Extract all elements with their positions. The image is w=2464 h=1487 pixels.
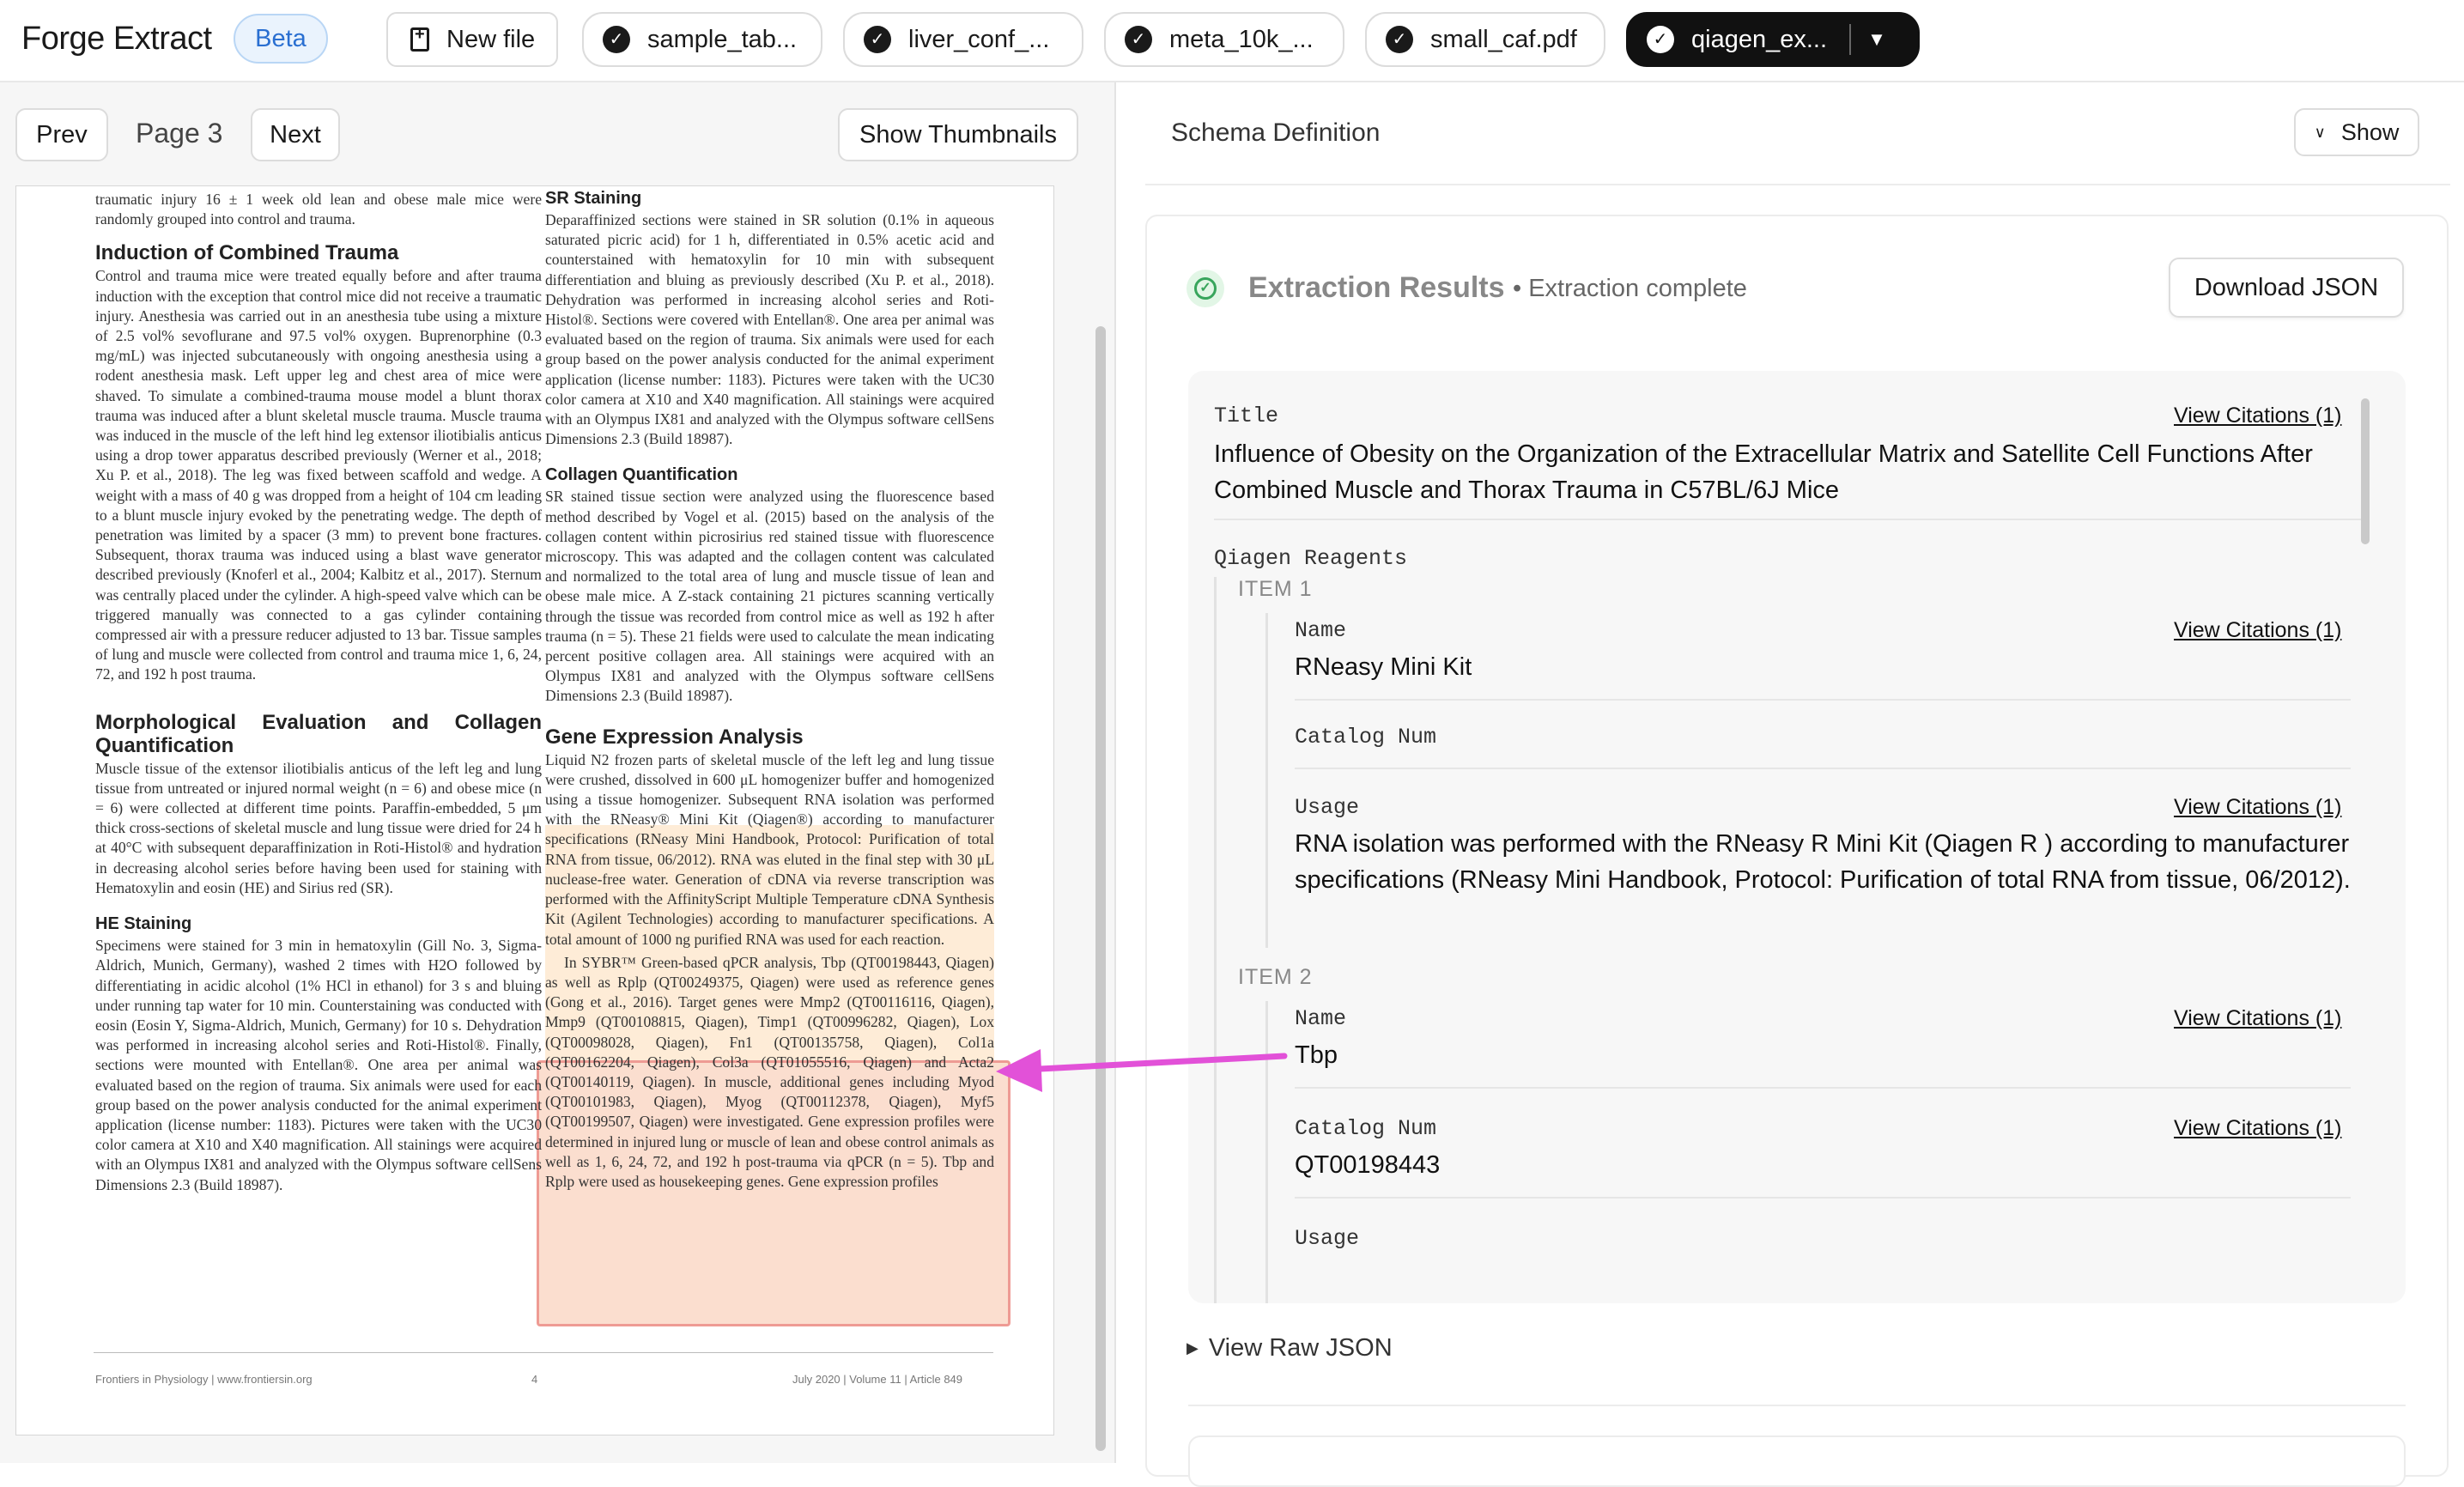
paragraph: SR stained tissue section were analyzed … bbox=[545, 488, 994, 705]
results-scrollbar-thumb[interactable] bbox=[2361, 398, 2370, 544]
check-icon: ✓ bbox=[1386, 26, 1413, 53]
field-key-catalog: Catalog Num bbox=[1295, 1116, 1437, 1141]
section-heading: Morphological Evaluation and Collagen Qu… bbox=[95, 710, 542, 757]
paragraph: traumatic injury 16 ± 1 week old lean an… bbox=[95, 191, 542, 228]
top-bar: Forge Extract Beta New file ✓ sample_tab.… bbox=[0, 0, 2464, 82]
download-json-button[interactable]: Download JSON bbox=[2169, 258, 2404, 318]
document-column-right: SR Staining Deparaffinized sections were… bbox=[545, 186, 994, 1192]
footer-journal: Frontiers in Physiology | www.frontiersi… bbox=[95, 1373, 313, 1386]
file-tab-label: sample_tab... bbox=[647, 25, 798, 53]
file-tab-active[interactable]: ✓ qiagen_ex... ▼ bbox=[1626, 12, 1920, 67]
check-icon: ✓ bbox=[603, 26, 630, 53]
divider bbox=[1295, 768, 2351, 769]
section-heading: Gene Expression Analysis bbox=[545, 725, 804, 749]
divider bbox=[1214, 519, 2368, 520]
item-label: ITEM 1 bbox=[1238, 577, 1313, 601]
field-value-name: RNeasy Mini Kit bbox=[1295, 653, 1472, 681]
divider bbox=[1295, 1087, 2351, 1089]
nest-rule bbox=[1214, 577, 1217, 1303]
view-citations-link[interactable]: View Citations (1) bbox=[2174, 618, 2341, 643]
page-indicator: Page 3 bbox=[136, 118, 223, 149]
chevron-down-icon[interactable]: ▼ bbox=[1851, 28, 1903, 51]
prev-page-button[interactable]: Prev bbox=[15, 108, 108, 161]
raw-json-label: View Raw JSON bbox=[1208, 1334, 1393, 1362]
footer-rule bbox=[94, 1352, 993, 1353]
paragraph: Deparaffinized sections were stained in … bbox=[545, 211, 994, 448]
field-key-title: Title bbox=[1214, 404, 1279, 428]
triangle-right-icon: ▶ bbox=[1186, 1339, 1199, 1357]
file-tab-label: small_caf.pdf bbox=[1430, 25, 1577, 53]
beta-badge: Beta bbox=[234, 14, 328, 64]
footer-page-number: 4 bbox=[531, 1373, 538, 1386]
field-key-usage: Usage bbox=[1295, 795, 1360, 820]
file-tab-label: liver_conf_... bbox=[908, 25, 1050, 53]
show-schema-button[interactable]: ∨ Show bbox=[2294, 108, 2419, 156]
file-tab-label: meta_10k_... bbox=[1169, 25, 1314, 53]
file-tab[interactable]: ✓ liver_conf_... bbox=[843, 12, 1083, 67]
extracted-data-panel: Title View Citations (1) Influence of Ob… bbox=[1188, 371, 2406, 1303]
nest-rule bbox=[1265, 1001, 1268, 1303]
results-status: • Extraction complete bbox=[1513, 275, 1747, 302]
document-column-left: traumatic injury 16 ± 1 week old lean an… bbox=[95, 190, 542, 1195]
paragraph: Muscle tissue of the extensor iliotibial… bbox=[95, 759, 542, 896]
paragraph: Control and trauma mice were treated equ… bbox=[95, 267, 542, 683]
view-citations-link[interactable]: View Citations (1) bbox=[2174, 1116, 2341, 1141]
pane-divider[interactable] bbox=[1114, 82, 1116, 1463]
field-value-name: Tbp bbox=[1295, 1041, 1338, 1069]
next-result-card bbox=[1188, 1435, 2406, 1487]
next-page-button[interactable]: Next bbox=[251, 108, 340, 161]
document-scrollbar-thumb[interactable] bbox=[1095, 326, 1106, 1451]
footer-issue: July 2020 | Volume 11 | Article 849 bbox=[792, 1373, 963, 1386]
view-citations-link[interactable]: View Citations (1) bbox=[2174, 1006, 2341, 1031]
file-tab[interactable]: ✓ meta_10k_... bbox=[1104, 12, 1344, 67]
file-tab[interactable]: ✓ sample_tab... bbox=[582, 12, 822, 67]
new-file-icon bbox=[410, 25, 429, 52]
nest-rule bbox=[1265, 613, 1268, 948]
divider bbox=[1295, 699, 2351, 701]
field-key-catalog: Catalog Num bbox=[1295, 725, 1437, 750]
check-icon: ✓ bbox=[1125, 26, 1152, 53]
field-value-usage: RNA isolation was performed with the RNe… bbox=[1295, 830, 2351, 894]
show-thumbnails-button[interactable]: Show Thumbnails bbox=[838, 108, 1078, 161]
check-circle-icon: ✓ bbox=[1186, 270, 1224, 307]
field-key-reagents: Qiagen Reagents bbox=[1214, 546, 1408, 571]
show-label: Show bbox=[2340, 118, 2400, 145]
new-file-label: New file bbox=[446, 25, 536, 53]
item-label: ITEM 2 bbox=[1238, 965, 1313, 989]
view-raw-json-toggle[interactable]: ▶ View Raw JSON bbox=[1186, 1334, 1393, 1363]
view-citations-link[interactable]: View Citations (1) bbox=[2174, 404, 2341, 428]
check-icon: ✓ bbox=[864, 26, 891, 53]
field-value-title: Influence of Obesity on the Organization… bbox=[1214, 440, 2313, 504]
results-title: Extraction Results bbox=[1248, 271, 1505, 304]
file-tab[interactable]: ✓ small_caf.pdf bbox=[1365, 12, 1605, 67]
field-key-usage: Usage bbox=[1295, 1226, 1360, 1251]
app-brand: Forge Extract bbox=[21, 21, 212, 57]
subsection-heading: Collagen Quantification bbox=[545, 465, 738, 485]
highlighted-paragraph: In SYBR™ Green-based qPCR analysis, Tbp … bbox=[545, 953, 994, 1190]
chevron-down-icon: ∨ bbox=[2314, 123, 2326, 141]
section-heading: Induction of Combined Trauma bbox=[95, 241, 399, 265]
new-file-button[interactable]: New file bbox=[386, 12, 558, 67]
divider bbox=[1188, 1405, 2406, 1406]
view-citations-link[interactable]: View Citations (1) bbox=[2174, 795, 2341, 820]
field-key-name: Name bbox=[1295, 1006, 1347, 1031]
subsection-heading: HE Staining bbox=[95, 914, 192, 934]
subsection-heading: SR Staining bbox=[545, 189, 642, 208]
divider bbox=[1145, 184, 2450, 185]
divider bbox=[1295, 1197, 2351, 1199]
file-tab-label: qiagen_ex... bbox=[1691, 25, 1828, 53]
pdf-page: traumatic injury 16 ± 1 week old lean an… bbox=[15, 185, 1054, 1435]
schema-definition-title: Schema Definition bbox=[1171, 118, 1381, 147]
paragraph: Liquid N2 frozen parts of skeletal muscl… bbox=[545, 750, 994, 948]
check-icon: ✓ bbox=[1647, 26, 1674, 53]
field-value-catalog: QT00198443 bbox=[1295, 1151, 1441, 1179]
paragraph: Specimens were stained for 3 min in hema… bbox=[95, 937, 542, 1193]
field-key-name: Name bbox=[1295, 618, 1347, 643]
